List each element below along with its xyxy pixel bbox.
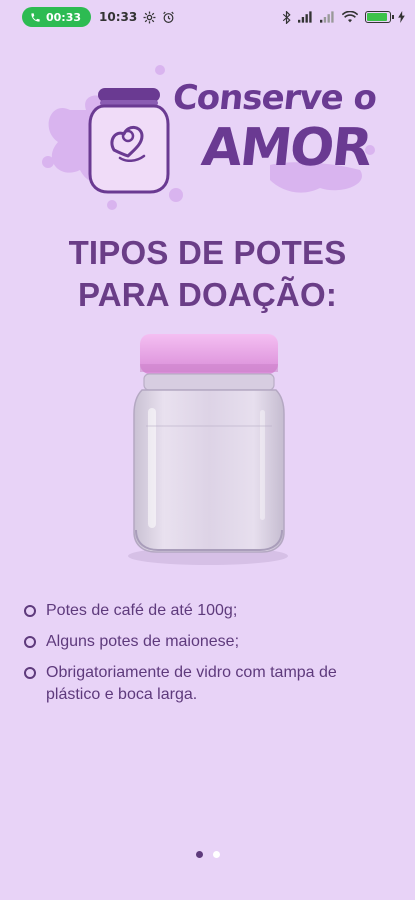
settings-gear-icon <box>143 11 156 23</box>
battery-icon <box>365 11 394 23</box>
list-item-text: Alguns potes de maionese; <box>46 633 240 650</box>
bullet-circle-icon <box>24 605 36 617</box>
logo-line-2: AMOR <box>198 118 374 178</box>
page-title: TIPOS DE POTES PARA DOAÇÃO: <box>0 232 415 316</box>
page-indicator <box>0 851 415 858</box>
signal-icon <box>298 11 312 23</box>
call-duration: 00:33 <box>46 10 82 24</box>
list-item: Potes de café de até 100g; <box>24 600 394 622</box>
conserve-o-amor-logo: Conserve o AMOR <box>40 50 380 215</box>
status-bar: 00:33 10:33 <box>0 0 415 34</box>
jar-logo-icon <box>88 88 170 194</box>
list-item: Alguns potes de maionese; <box>24 631 394 653</box>
signal-icon <box>320 11 334 23</box>
title-line-1: TIPOS DE POTES <box>68 234 347 271</box>
status-time: 10:33 <box>99 10 138 24</box>
list-item-text: Obrigatoriamente de vidro com tampa de p… <box>46 664 337 703</box>
active-call-pill[interactable]: 00:33 <box>22 7 92 27</box>
wifi-icon <box>342 11 358 23</box>
phone-icon <box>31 12 40 22</box>
bullet-circle-icon <box>24 667 36 679</box>
battery-fill <box>367 13 387 21</box>
charging-icon <box>398 11 405 23</box>
alarm-icon <box>163 11 175 23</box>
logo-line-1: Conserve o <box>170 78 379 118</box>
bullet-circle-icon <box>24 636 36 648</box>
bluetooth-icon <box>282 10 291 24</box>
glass-jar-image <box>118 330 298 570</box>
list-item: Obrigatoriamente de vidro com tampa de p… <box>24 662 394 706</box>
list-item-text: Potes de café de até 100g; <box>46 602 238 619</box>
title-line-2: PARA DOAÇÃO: <box>77 276 338 313</box>
page-dot-2[interactable] <box>212 851 220 858</box>
pot-requirements-list: Potes de café de até 100g; Alguns potes … <box>24 600 394 715</box>
page-dot-1[interactable] <box>195 851 203 858</box>
